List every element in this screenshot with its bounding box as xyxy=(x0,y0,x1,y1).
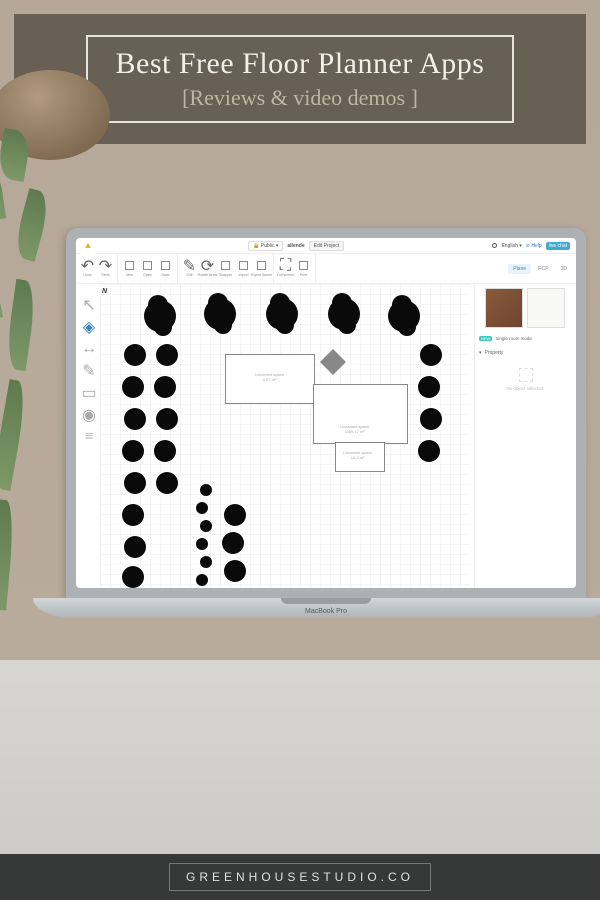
room-icon[interactable]: ▭ xyxy=(82,386,96,400)
tab-rcp[interactable]: RCP xyxy=(533,264,554,274)
app-logo[interactable] xyxy=(80,238,96,254)
measure-icon[interactable]: ↔ xyxy=(82,342,96,356)
edit-project-button[interactable]: Edit Project xyxy=(309,241,345,251)
help-link[interactable]: ⊘ Help xyxy=(526,243,542,249)
select-icon[interactable]: ◈ xyxy=(82,320,96,334)
room-label: Unnamed space0.07 m² xyxy=(255,372,284,382)
chevron-down-icon: ▾ xyxy=(479,350,482,356)
material-swatch-white[interactable] xyxy=(527,288,565,328)
wall-icon[interactable]: ✎ xyxy=(82,364,96,378)
app-toolbar: ↶Undo ↷Redo New Open Save ✎Edit ⟳Rotate … xyxy=(76,254,576,284)
single-room-mode[interactable]: NEW Single room mode xyxy=(479,336,532,341)
compass-icon: N xyxy=(102,288,107,295)
publish-dropdown[interactable]: 🔒 Public ▾ xyxy=(248,241,283,251)
tab-3d[interactable]: 3D xyxy=(556,264,572,274)
house-outline[interactable]: Unnamed space0.07 m² Unnamed space1059.1… xyxy=(225,354,410,474)
room-label: Unnamed space18.3 m² xyxy=(343,450,372,460)
app-screen: 🔒 Public ▾ allende Edit Project English … xyxy=(76,238,576,588)
property-header[interactable]: ▾ Property xyxy=(479,350,503,356)
open-button[interactable]: Open xyxy=(139,261,156,277)
print-button[interactable]: Print xyxy=(295,261,312,277)
rotate-button[interactable]: ⟳Rotate Items xyxy=(199,261,216,277)
new-badge: NEW xyxy=(479,336,492,341)
import-button[interactable]: Import xyxy=(235,261,252,277)
room-label: Unnamed space1059.17 m² xyxy=(340,424,369,434)
view-tabs: Plane RCP 3D xyxy=(508,264,576,274)
floorplan-canvas[interactable]: N xyxy=(100,284,470,588)
screen-bezel: 🔒 Public ▾ allende Edit Project English … xyxy=(66,228,586,598)
export-button[interactable]: Export Scene xyxy=(253,261,270,277)
inspector-panel: NEW Single room mode ▾ Property No objec… xyxy=(474,284,576,588)
language-dropdown[interactable]: English ▾ xyxy=(501,243,521,249)
hanging-plant xyxy=(0,70,125,190)
livechat-button[interactable]: live chat xyxy=(546,242,570,250)
camera-icon[interactable]: ◉ xyxy=(82,408,96,422)
globe-icon xyxy=(492,243,497,248)
umbrella-icon xyxy=(320,349,346,375)
side-toolbar: ↖ ◈ ↔ ✎ ▭ ◉ ≡ xyxy=(78,294,100,448)
laptop-brand: MacBook Pro xyxy=(66,608,586,615)
footer-brand: GREENHOUSESTUDIO.CO xyxy=(169,863,431,891)
edit-button[interactable]: ✎Edit xyxy=(181,261,198,277)
subtitle: [Reviews & video demos ] xyxy=(116,85,485,111)
empty-selection: No object selected. xyxy=(475,368,576,391)
new-button[interactable]: New xyxy=(121,261,138,277)
redo-button[interactable]: ↷Redo xyxy=(97,261,114,277)
cursor-icon[interactable]: ↖ xyxy=(82,298,96,312)
main-title: Best Free Floor Planner Apps xyxy=(116,47,485,81)
project-name: allende xyxy=(287,243,304,249)
laptop-mockup: 🔒 Public ▾ allende Edit Project English … xyxy=(66,228,600,728)
placeholder-icon xyxy=(519,368,533,382)
laptop-notch xyxy=(281,598,371,604)
tab-plane[interactable]: Plane xyxy=(508,264,531,274)
undo-button[interactable]: ↶Undo xyxy=(79,261,96,277)
footer-bar: GREENHOUSESTUDIO.CO xyxy=(0,854,600,900)
title-box: Best Free Floor Planner Apps [Reviews & … xyxy=(86,35,515,123)
snapper-button[interactable]: Snapper xyxy=(217,261,234,277)
material-swatch-wood[interactable] xyxy=(485,288,523,328)
layers-icon[interactable]: ≡ xyxy=(82,430,96,444)
fullscreen-button[interactable]: ⛶Full screen xyxy=(277,261,294,277)
app-topbar: 🔒 Public ▾ allende Edit Project English … xyxy=(76,238,576,254)
save-button[interactable]: Save xyxy=(157,261,174,277)
